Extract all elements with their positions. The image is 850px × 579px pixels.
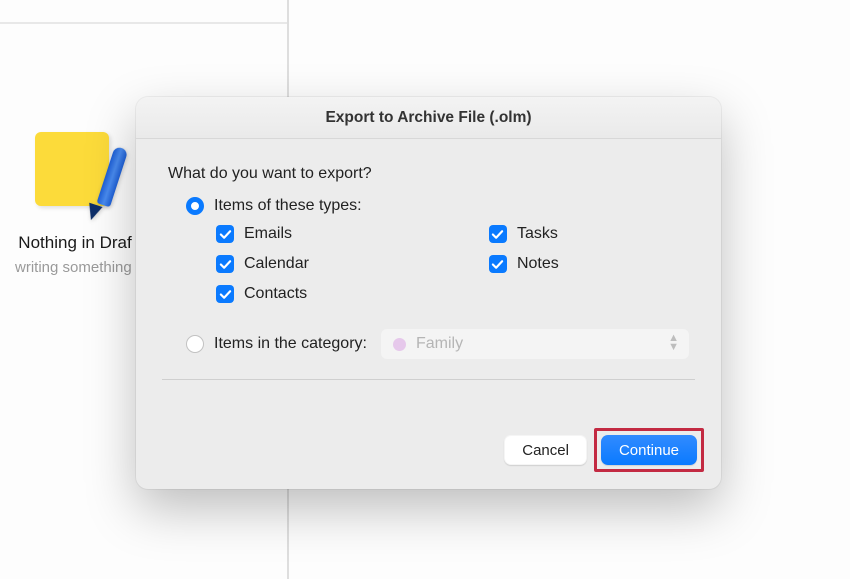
checkbox-label: Contacts [244, 285, 307, 303]
radio-items-in-category[interactable]: Items in the category: [186, 335, 367, 353]
export-dialog: Export to Archive File (.olm) What do yo… [136, 97, 721, 489]
item-type-checkboxes: Emails Calendar Contacts Tasks [216, 225, 689, 303]
export-prompt: What do you want to export? [168, 165, 689, 183]
checkbox-calendar[interactable]: Calendar [216, 255, 309, 273]
bg-divider-top [0, 22, 287, 24]
drafts-empty-title: Nothing in Draf [15, 233, 135, 253]
category-select[interactable]: Family ▲▼ [381, 329, 689, 359]
checkbox-label: Notes [517, 255, 559, 273]
radio-label: Items of these types: [214, 197, 362, 215]
checkmark-icon [489, 255, 507, 273]
category-color-dot-icon [393, 338, 406, 351]
radio-label: Items in the category: [214, 335, 367, 353]
note-icon [33, 130, 118, 215]
continue-button[interactable]: Continue [601, 435, 697, 465]
checkmark-icon [216, 255, 234, 273]
radio-icon [186, 197, 204, 215]
checkbox-contacts[interactable]: Contacts [216, 285, 309, 303]
checkmark-icon [489, 225, 507, 243]
dialog-body: What do you want to export? Items of the… [136, 139, 721, 415]
radio-items-of-types[interactable]: Items of these types: [186, 197, 689, 215]
checkbox-tasks[interactable]: Tasks [489, 225, 559, 243]
radio-icon [186, 335, 204, 353]
checkbox-emails[interactable]: Emails [216, 225, 309, 243]
cancel-button[interactable]: Cancel [504, 435, 587, 465]
dialog-title: Export to Archive File (.olm) [325, 109, 531, 127]
checkbox-notes[interactable]: Notes [489, 255, 559, 273]
drafts-empty-state: Nothing in Draf writing something [15, 130, 135, 276]
dialog-separator [162, 379, 695, 380]
checkbox-label: Emails [244, 225, 292, 243]
dialog-footer: Cancel Continue [136, 415, 721, 489]
checkbox-label: Calendar [244, 255, 309, 273]
checkmark-icon [216, 225, 234, 243]
category-select-value: Family [416, 335, 463, 353]
drafts-empty-subtitle: writing something [15, 259, 135, 276]
checkmark-icon [216, 285, 234, 303]
checkbox-label: Tasks [517, 225, 558, 243]
dialog-titlebar: Export to Archive File (.olm) [136, 97, 721, 139]
chevron-up-down-icon: ▲▼ [668, 334, 679, 352]
